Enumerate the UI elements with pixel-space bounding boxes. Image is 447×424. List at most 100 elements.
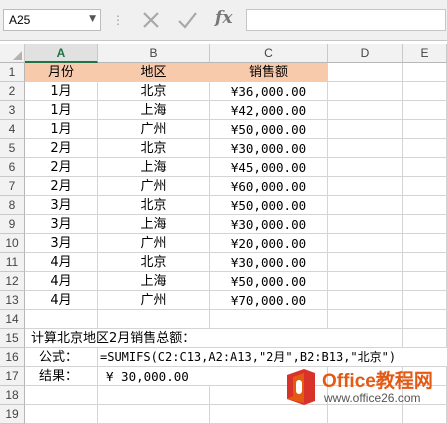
column-header-b[interactable]: B xyxy=(98,44,210,63)
cell-empty[interactable] xyxy=(98,310,210,329)
cell-empty[interactable] xyxy=(328,101,403,120)
cell-empty[interactable] xyxy=(98,386,210,405)
row-header[interactable]: 5 xyxy=(0,139,25,158)
cell-empty[interactable] xyxy=(328,158,403,177)
row-header[interactable]: 12 xyxy=(0,272,25,291)
cell-region[interactable]: 广州 xyxy=(98,234,210,253)
row-header[interactable]: 14 xyxy=(0,310,25,329)
cell-month[interactable]: 3月 xyxy=(25,196,98,215)
cell-sales[interactable]: ¥30,000.00 xyxy=(210,139,328,158)
cell-empty[interactable] xyxy=(403,234,447,253)
column-header-d[interactable]: D xyxy=(328,44,403,63)
cell-empty[interactable] xyxy=(403,272,447,291)
cell-empty[interactable] xyxy=(210,310,328,329)
row-header[interactable]: 15 xyxy=(0,329,25,348)
cell-month[interactable]: 4月 xyxy=(25,291,98,310)
cell-formula-label[interactable]: 公式： xyxy=(25,348,98,367)
cell-empty[interactable] xyxy=(403,158,447,177)
row-header[interactable]: 7 xyxy=(0,177,25,196)
cell-empty[interactable] xyxy=(328,310,403,329)
cell-empty[interactable] xyxy=(328,82,403,101)
row-header[interactable]: 17 xyxy=(0,367,25,386)
cell-empty[interactable] xyxy=(403,215,447,234)
cell-d1[interactable] xyxy=(328,63,403,82)
cell-sales[interactable]: ¥36,000.00 xyxy=(210,82,328,101)
row-header[interactable]: 2 xyxy=(0,82,25,101)
cell-empty[interactable] xyxy=(403,253,447,272)
cell-empty[interactable] xyxy=(328,234,403,253)
cell-empty[interactable] xyxy=(403,310,447,329)
insert-function-icon[interactable]: fx xyxy=(215,8,232,28)
cell-a1[interactable]: 月份 xyxy=(25,63,98,82)
cell-result-value[interactable]: ¥ 30,000.00 xyxy=(98,367,210,386)
cell-empty[interactable] xyxy=(403,120,447,139)
column-header-c[interactable]: C xyxy=(210,44,328,63)
cell-empty[interactable] xyxy=(328,139,403,158)
cell-e1[interactable] xyxy=(403,63,447,82)
cell-empty[interactable] xyxy=(403,177,447,196)
cell-region[interactable]: 北京 xyxy=(98,196,210,215)
column-header-e[interactable]: E xyxy=(403,44,447,63)
cell-c1[interactable]: 销售额 xyxy=(210,63,328,82)
cell-month[interactable]: 2月 xyxy=(25,177,98,196)
cell-result-label[interactable]: 结果： xyxy=(25,367,98,386)
cell-empty[interactable] xyxy=(328,329,403,348)
cell-sales[interactable]: ¥45,000.00 xyxy=(210,158,328,177)
cell-empty[interactable] xyxy=(403,196,447,215)
cell-b1[interactable]: 地区 xyxy=(98,63,210,82)
cell-empty[interactable] xyxy=(98,405,210,424)
row-header[interactable]: 8 xyxy=(0,196,25,215)
row-header[interactable]: 10 xyxy=(0,234,25,253)
cell-region[interactable]: 上海 xyxy=(98,101,210,120)
cell-sales[interactable]: ¥70,000.00 xyxy=(210,291,328,310)
cell-empty[interactable] xyxy=(403,139,447,158)
cell-sales[interactable]: ¥20,000.00 xyxy=(210,234,328,253)
cell-empty[interactable] xyxy=(328,215,403,234)
cell-region[interactable]: 广州 xyxy=(98,177,210,196)
cell-sales[interactable]: ¥50,000.00 xyxy=(210,120,328,139)
cell-sales[interactable]: ¥42,000.00 xyxy=(210,101,328,120)
column-header-a[interactable]: A xyxy=(25,44,98,63)
cell-empty[interactable] xyxy=(328,196,403,215)
cell-empty[interactable] xyxy=(403,82,447,101)
cell-month[interactable]: 4月 xyxy=(25,272,98,291)
enter-button[interactable] xyxy=(176,9,198,31)
row-header[interactable]: 16 xyxy=(0,348,25,367)
cell-empty[interactable] xyxy=(328,291,403,310)
cell-month[interactable]: 1月 xyxy=(25,101,98,120)
cell-month[interactable]: 3月 xyxy=(25,234,98,253)
cell-empty[interactable] xyxy=(403,329,447,348)
cell-empty[interactable] xyxy=(328,177,403,196)
cell-region[interactable]: 北京 xyxy=(98,253,210,272)
select-all-corner[interactable] xyxy=(0,44,25,63)
cell-sales[interactable]: ¥50,000.00 xyxy=(210,196,328,215)
cell-sales[interactable]: ¥30,000.00 xyxy=(210,253,328,272)
cell-region[interactable]: 北京 xyxy=(98,139,210,158)
row-header[interactable]: 1 xyxy=(0,63,25,82)
cell-region[interactable]: 上海 xyxy=(98,158,210,177)
cell-sales[interactable]: ¥30,000.00 xyxy=(210,215,328,234)
cell-region[interactable]: 北京 xyxy=(98,82,210,101)
cell-empty[interactable] xyxy=(25,310,98,329)
row-header[interactable]: 18 xyxy=(0,386,25,405)
row-header[interactable]: 4 xyxy=(0,120,25,139)
cell-description[interactable]: 计算北京地区2月销售总额： xyxy=(25,329,328,348)
cell-empty[interactable] xyxy=(25,405,98,424)
cell-region[interactable]: 广州 xyxy=(98,291,210,310)
cell-month[interactable]: 1月 xyxy=(25,120,98,139)
row-header[interactable]: 19 xyxy=(0,405,25,424)
cell-month[interactable]: 4月 xyxy=(25,253,98,272)
cell-month[interactable]: 2月 xyxy=(25,139,98,158)
cell-empty[interactable] xyxy=(328,120,403,139)
cell-month[interactable]: 2月 xyxy=(25,158,98,177)
cell-region[interactable]: 上海 xyxy=(98,215,210,234)
cell-region[interactable]: 广州 xyxy=(98,120,210,139)
chevron-down-icon[interactable]: ▼ xyxy=(89,14,96,24)
formula-input[interactable] xyxy=(246,9,446,31)
name-box[interactable]: A25 ▼ xyxy=(3,9,101,31)
cell-month[interactable]: 3月 xyxy=(25,215,98,234)
row-header[interactable]: 6 xyxy=(0,158,25,177)
cell-region[interactable]: 上海 xyxy=(98,272,210,291)
cell-empty[interactable] xyxy=(25,386,98,405)
cell-empty[interactable] xyxy=(403,291,447,310)
